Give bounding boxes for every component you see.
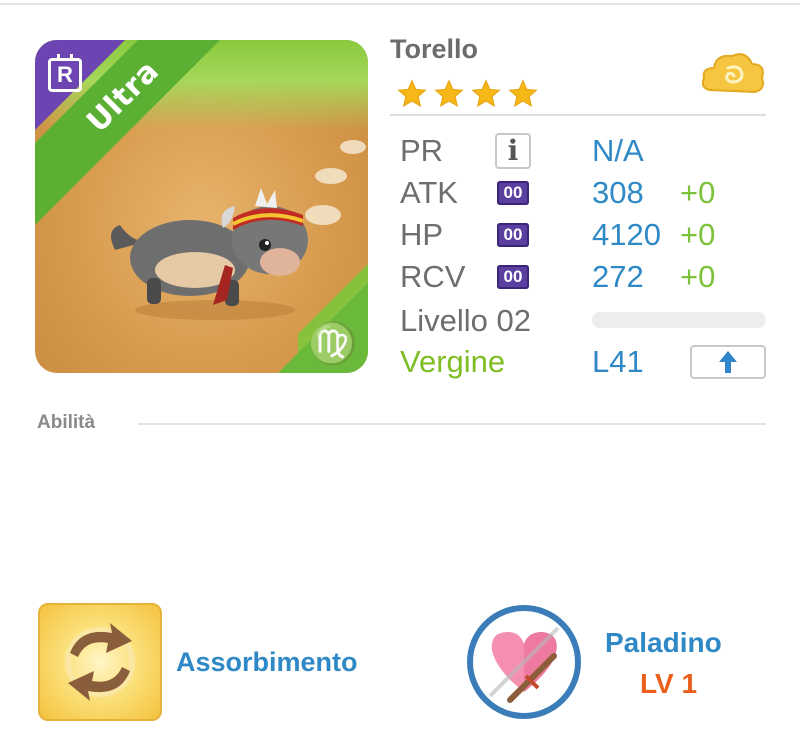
abilities-divider — [138, 423, 766, 425]
atk-bonus: +0 — [680, 175, 716, 210]
rcv-bonus: +0 — [680, 259, 716, 294]
max-level-value: L41 — [592, 344, 644, 379]
leader-skill-level: LV 1 — [640, 668, 698, 699]
footprint-decoration — [340, 140, 366, 154]
star-icon — [397, 79, 427, 107]
leader-skill-icon[interactable] — [466, 604, 582, 720]
top-divider — [0, 3, 800, 5]
level-label: Livello 02 — [400, 303, 531, 338]
evolve-button[interactable] — [690, 345, 766, 379]
star-icon — [508, 79, 538, 107]
cloud-element-icon — [701, 53, 764, 94]
zodiac-sign-label: Vergine — [400, 344, 506, 379]
monster-name: Torello — [390, 34, 479, 64]
leader-skill-name[interactable]: Paladino — [605, 627, 722, 659]
atk-value: 308 — [592, 175, 644, 210]
hp-plus-badge: 00 — [497, 223, 529, 247]
info-icon[interactable]: i — [495, 133, 531, 169]
star-icon — [471, 79, 501, 107]
level-progress-bar — [592, 312, 766, 328]
monster-portrait[interactable]: Ultra R ♍ — [35, 40, 368, 373]
atk-plus-badge: 00 — [497, 181, 529, 205]
rcv-value: 272 — [592, 259, 644, 294]
stats-divider — [390, 114, 766, 116]
absorb-arrows-icon — [65, 623, 135, 701]
pr-label: PR — [400, 133, 444, 168]
hp-value: 4120 — [592, 217, 661, 252]
arrow-up-icon — [719, 351, 737, 373]
star-rating — [396, 78, 539, 110]
virgo-zodiac-icon: ♍ — [308, 322, 358, 366]
rarity-badge: R — [48, 54, 82, 92]
skill-name[interactable]: Assorbimento — [176, 647, 358, 678]
rcv-plus-badge: 00 — [497, 265, 529, 289]
skill-icon[interactable] — [38, 603, 162, 721]
hp-label: HP — [400, 217, 444, 252]
star-icon — [434, 79, 464, 107]
abilities-heading: Abilità — [37, 412, 96, 433]
atk-label: ATK — [400, 175, 458, 210]
hp-bonus: +0 — [680, 217, 716, 252]
pr-value: N/A — [592, 133, 644, 168]
rcv-label: RCV — [400, 259, 466, 294]
